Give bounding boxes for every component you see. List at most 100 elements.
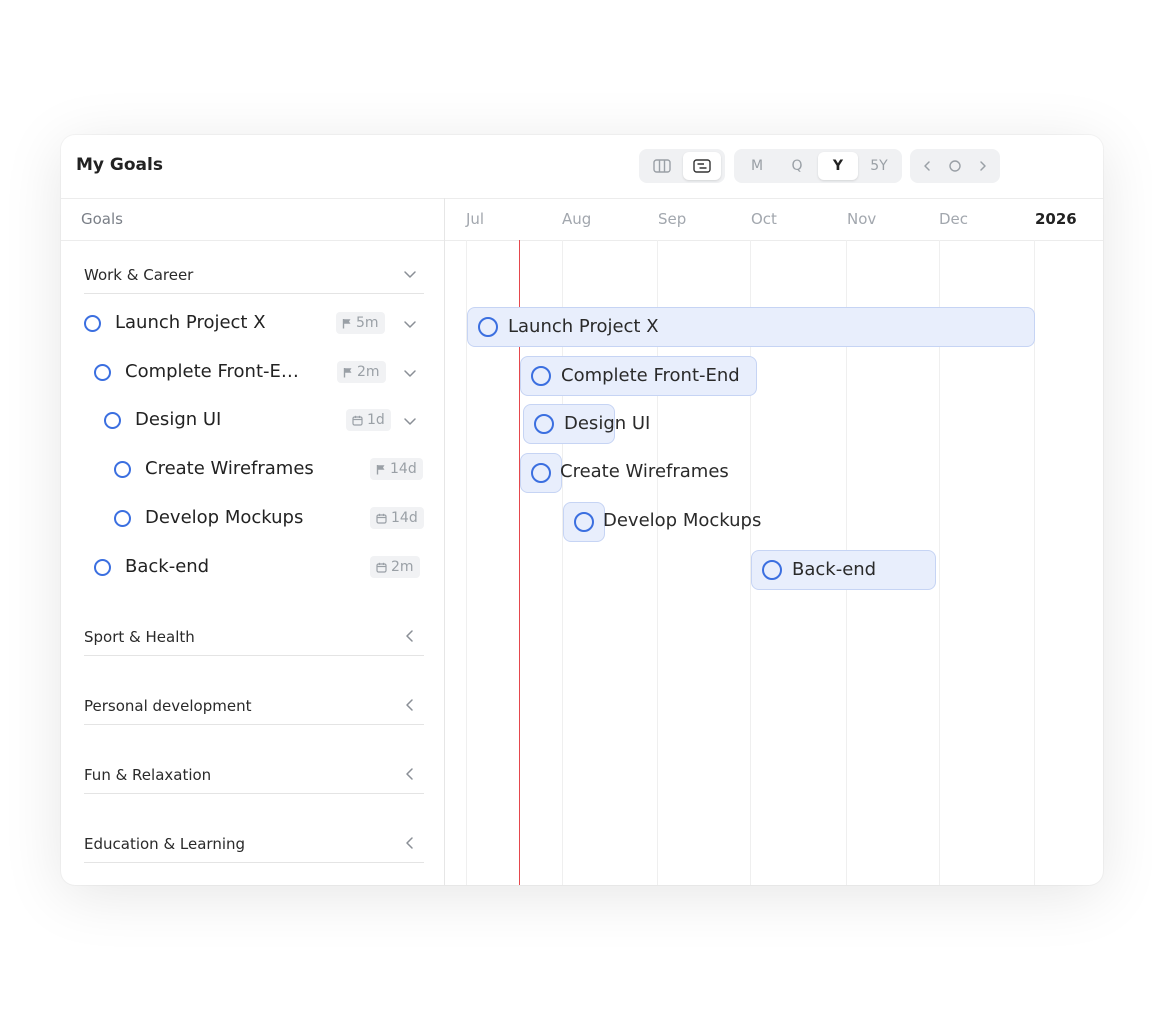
goal-status-ring[interactable]	[534, 414, 554, 434]
goal-label: Complete Front-E…	[125, 361, 299, 382]
chevron-left-icon[interactable]	[402, 835, 418, 851]
bar-label: Back-end	[792, 559, 877, 580]
prev-period-button[interactable]	[914, 152, 940, 180]
flag-icon	[376, 464, 385, 474]
flag-icon	[343, 367, 352, 377]
month-label: Aug	[562, 210, 592, 228]
goal-status-ring[interactable]	[94, 559, 111, 576]
timeline-list-icon	[693, 159, 711, 173]
chevron-left-icon	[924, 161, 930, 171]
goal-status-ring[interactable]	[104, 412, 121, 429]
flag-icon	[342, 318, 351, 328]
year-label: 2026	[1035, 210, 1077, 228]
calendar-icon	[376, 513, 387, 524]
category-education-learning[interactable]: Education & Learning	[84, 830, 424, 863]
chevron-right-icon	[980, 161, 986, 171]
badge-text: 2m	[357, 364, 380, 380]
chevron-left-icon[interactable]	[402, 697, 418, 713]
chevron-down-icon[interactable]	[402, 365, 418, 381]
category-fun-relaxation[interactable]: Fun & Relaxation	[84, 761, 424, 794]
chevron-left-icon[interactable]	[402, 628, 418, 644]
goal-status-ring[interactable]	[114, 461, 131, 478]
columns-icon	[653, 159, 671, 173]
duration-badge: 2m	[337, 361, 386, 383]
next-period-button[interactable]	[970, 152, 996, 180]
goal-status-ring[interactable]	[531, 366, 551, 386]
column-divider	[444, 198, 445, 885]
badge-text: 1d	[367, 412, 385, 428]
goal-status-ring[interactable]	[114, 510, 131, 527]
duration-badge: 1d	[346, 409, 391, 431]
goal-status-ring[interactable]	[84, 315, 101, 332]
duration-badge: 14d	[370, 458, 423, 480]
bar-label: Create Wireframes	[560, 461, 729, 482]
duration-badge: 5m	[336, 312, 385, 334]
chevron-left-icon[interactable]	[402, 766, 418, 782]
gantt-bar-back-end[interactable]: Back-end	[751, 550, 936, 590]
goal-row-launch-project-x[interactable]: Launch Project X 5m	[84, 309, 424, 339]
category-label: Personal development	[84, 697, 252, 715]
category-label: Fun & Relaxation	[84, 766, 212, 784]
circle-icon	[949, 160, 961, 172]
goal-label: Design UI	[135, 409, 222, 430]
goal-label: Develop Mockups	[145, 507, 304, 528]
goal-row-develop-mockups[interactable]: Develop Mockups 14d	[114, 504, 424, 534]
chevron-down-icon[interactable]	[402, 266, 418, 282]
gantt-bar-design-ui[interactable]: Design UI	[523, 404, 650, 444]
zoom-quarter-button[interactable]: Q	[778, 152, 816, 180]
toolbar: My Goals M Q Y 5Y	[61, 135, 1103, 199]
bar-label: Develop Mockups	[603, 510, 762, 531]
zoom-month-button[interactable]: M	[738, 152, 776, 180]
badge-text: 14d	[390, 461, 417, 477]
category-work-career[interactable]: Work & Career	[84, 261, 424, 294]
goal-row-complete-front-end[interactable]: Complete Front-E… 2m	[94, 358, 424, 388]
category-label: Sport & Health	[84, 628, 195, 646]
month-label: Nov	[847, 210, 877, 228]
calendar-icon	[376, 562, 387, 573]
category-personal-development[interactable]: Personal development	[84, 692, 424, 725]
gantt-bar-create-wireframes[interactable]	[520, 453, 562, 493]
gantt-bar-complete-front-end[interactable]: Complete Front-End	[520, 356, 757, 396]
goals-card: My Goals M Q Y 5Y Goals Jul Aug Sep Oct …	[61, 135, 1103, 885]
goal-status-ring[interactable]	[478, 317, 498, 337]
goal-row-create-wireframes[interactable]: Create Wireframes 14d	[114, 455, 424, 485]
timeline-nav	[910, 149, 1000, 183]
gantt-bar-launch-project-x[interactable]: Launch Project X	[467, 307, 1035, 347]
month-label: Dec	[939, 210, 969, 228]
badge-text: 2m	[391, 559, 414, 575]
month-label: Sep	[658, 210, 687, 228]
timeline-view-button[interactable]	[683, 152, 721, 180]
category-sport-health[interactable]: Sport & Health	[84, 623, 424, 656]
goal-row-design-ui[interactable]: Design UI 1d	[104, 406, 424, 436]
goal-label: Launch Project X	[115, 312, 266, 333]
duration-badge: 2m	[370, 556, 420, 578]
zoom-selector: M Q Y 5Y	[734, 149, 902, 183]
bar-label: Complete Front-End	[561, 365, 740, 386]
goal-status-ring[interactable]	[762, 560, 782, 580]
chevron-down-icon[interactable]	[402, 316, 418, 332]
badge-text: 5m	[356, 315, 379, 331]
bar-label: Launch Project X	[508, 316, 659, 337]
columns-view-button[interactable]	[643, 152, 681, 180]
month-label: Oct	[751, 210, 777, 228]
goal-row-back-end[interactable]: Back-end 2m	[94, 553, 424, 583]
duration-badge: 14d	[370, 507, 424, 529]
goals-column-header: Goals	[81, 210, 123, 228]
zoom-year-button[interactable]: Y	[818, 152, 858, 180]
zoom-five-year-button[interactable]: 5Y	[860, 152, 898, 180]
chevron-down-icon[interactable]	[402, 413, 418, 429]
timeline-header: Goals Jul Aug Sep Oct Nov Dec 2026	[61, 198, 1103, 241]
goal-status-ring[interactable]	[94, 364, 111, 381]
goal-status-ring[interactable]	[531, 463, 551, 483]
badge-text: 14d	[391, 510, 418, 526]
category-label: Work & Career	[84, 266, 194, 284]
bar-label: Design UI	[564, 413, 651, 434]
goal-label: Create Wireframes	[145, 458, 314, 479]
today-button[interactable]	[942, 152, 968, 180]
goal-status-ring[interactable]	[574, 512, 594, 532]
calendar-icon	[352, 415, 363, 426]
category-label: Education & Learning	[84, 835, 246, 853]
month-label: Jul	[466, 210, 485, 228]
page-title: My Goals	[76, 155, 163, 175]
gantt-bar-develop-mockups[interactable]	[563, 502, 605, 542]
